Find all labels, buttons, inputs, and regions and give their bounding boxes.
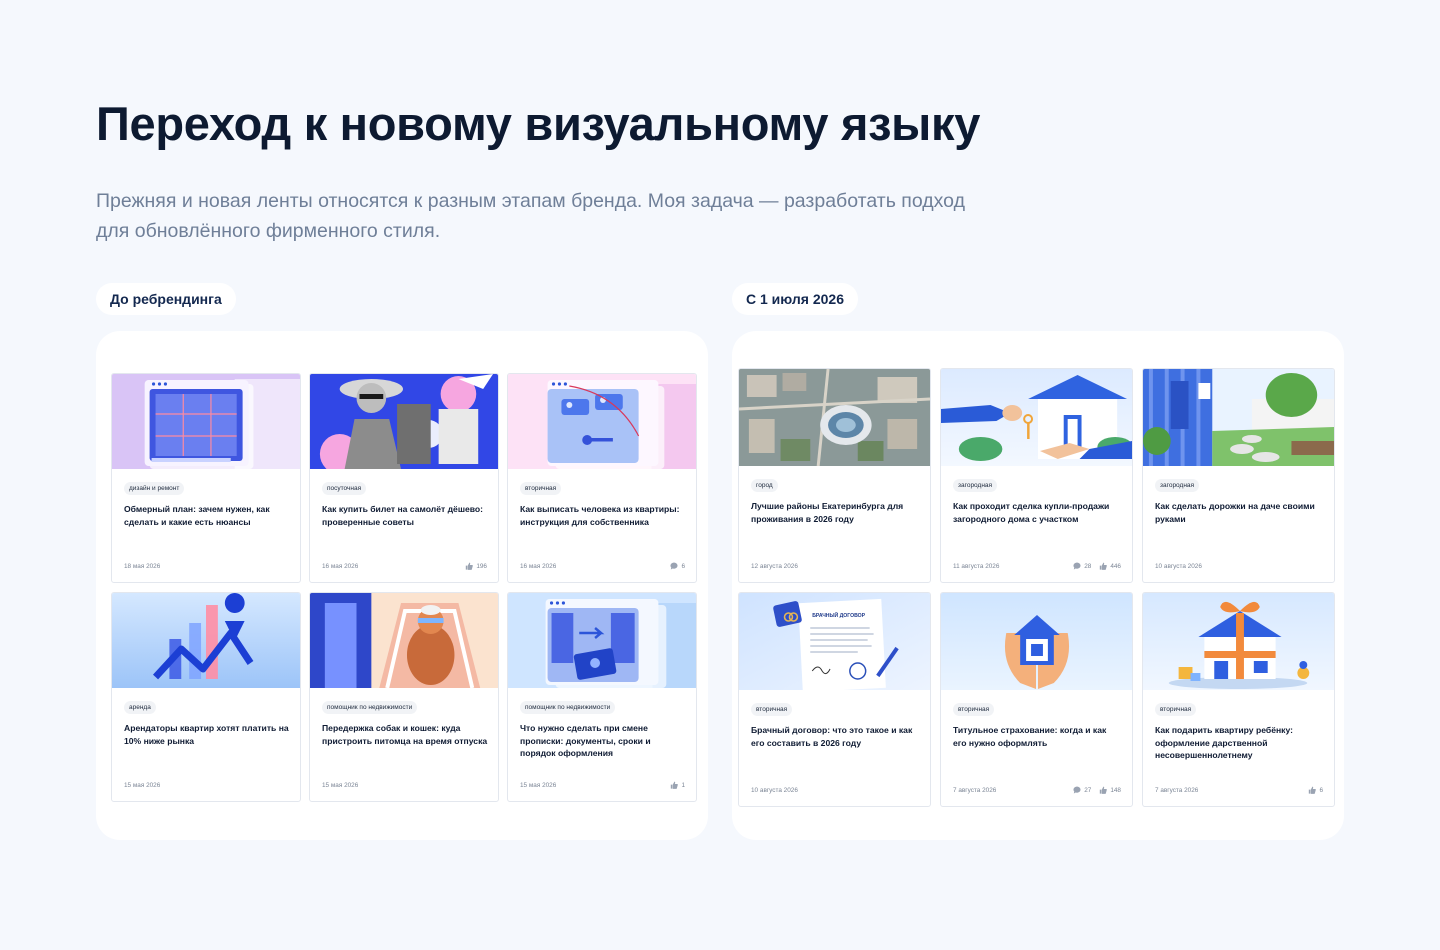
after-rebrand-feed-panel: город Лучшие районы Екатеринбурга для пр…	[732, 331, 1344, 840]
article-card[interactable]: аренда Арендаторы квартир хотят платить …	[111, 592, 301, 802]
after-rebrand-label: С 1 июля 2026	[732, 283, 858, 315]
article-title: Как сделать дорожки на даче своими рукам…	[1155, 501, 1315, 524]
before-article-grid: дизайн и ремонт Обмерный план: зачем нуж…	[111, 373, 697, 802]
article-title: Титульное страхование: когда и как его н…	[953, 725, 1107, 748]
article-title: Как проходит сделка купли-продажи загоро…	[953, 501, 1110, 524]
thumbs-up-icon	[1309, 786, 1317, 794]
article-title: Брачный договор: что это такое и как его…	[751, 725, 913, 748]
article-stats: 27 148	[1073, 786, 1121, 794]
article-title: Как выписать человека из квартиры: инстр…	[520, 504, 680, 527]
gift-house-illustration	[1143, 593, 1334, 690]
likes-value: 148	[1110, 786, 1121, 794]
likes-value: 1	[681, 781, 685, 789]
article-stats: 28 446	[1073, 562, 1121, 570]
category-tag: загородная	[1155, 479, 1200, 492]
article-title: Как купить билет на самолёт дёшево: пров…	[322, 504, 484, 527]
thumbs-up-icon	[1100, 786, 1108, 794]
thumbs-up-icon	[1100, 562, 1108, 570]
thumbs-up-icon	[466, 562, 474, 570]
page-title: Переход к новому визуальному языку	[96, 97, 981, 150]
article-card[interactable]: город Лучшие районы Екатеринбурга для пр…	[738, 368, 931, 583]
category-tag: посуточная	[322, 482, 367, 495]
after-article-grid: город Лучшие районы Екатеринбурга для пр…	[738, 368, 1335, 807]
article-title: Передержка собак и кошек: куда пристроит…	[322, 723, 488, 746]
document-heading: БРАЧНЫЙ ДОГОВОР	[812, 611, 865, 619]
article-card[interactable]: загородная Как сделать дорожки на даче с…	[1142, 368, 1335, 583]
category-tag: вторичная	[520, 482, 562, 495]
article-date: 10 августа 2026	[751, 787, 798, 794]
article-stats: 6	[670, 562, 685, 570]
article-date: 15 мая 2026	[322, 782, 359, 789]
before-rebrand-feed-panel: дизайн и ремонт Обмерный план: зачем нуж…	[96, 331, 708, 840]
comments-count: 6	[670, 562, 685, 570]
article-card[interactable]: помощник по недвижимости Что нужно сдела…	[507, 592, 697, 802]
comment-icon	[1073, 786, 1081, 794]
traveler-collage	[310, 374, 498, 469]
article-stats: 6	[1308, 786, 1323, 794]
article-card[interactable]: дизайн и ремонт Обмерный план: зачем нуж…	[111, 373, 301, 583]
documents-keys-illustration	[508, 374, 696, 469]
chart-illustration	[112, 593, 300, 688]
comments-value: 6	[681, 562, 685, 570]
article-card[interactable]: вторичная Титульное страхование: когда и…	[940, 592, 1133, 807]
article-title: Лучшие районы Екатеринбурга для проживан…	[751, 501, 904, 524]
key-handover-illustration	[941, 369, 1132, 466]
category-tag: вторичная	[953, 703, 995, 716]
hands-house-illustration	[941, 593, 1132, 690]
article-date: 11 августа 2026	[953, 563, 1000, 570]
article-title: Как подарить квартиру ребёнку: оформлени…	[1155, 725, 1293, 761]
likes-value: 196	[476, 562, 487, 570]
article-date: 16 мая 2026	[520, 563, 557, 570]
article-date: 15 мая 2026	[124, 782, 161, 789]
article-card[interactable]: посуточная Как купить билет на самолёт д…	[309, 373, 499, 583]
comments-count: 27	[1073, 786, 1091, 794]
article-card[interactable]: БРАЧНЫЙ ДОГОВОР вторичная Брачный догово…	[738, 592, 931, 807]
before-rebrand-label: До ребрендинга	[96, 283, 236, 315]
article-date: 16 мая 2026	[322, 563, 359, 570]
likes-count: 196	[465, 562, 487, 570]
article-date: 18 мая 2026	[124, 563, 161, 570]
page-subtitle: Прежняя и новая ленты относятся к разным…	[96, 190, 965, 242]
article-date: 12 августа 2026	[751, 563, 798, 570]
category-tag: помощник по недвижимости	[520, 701, 616, 714]
article-date: 7 августа 2026	[953, 787, 997, 794]
category-tag: аренда	[124, 701, 156, 714]
marriage-contract-illustration: БРАЧНЫЙ ДОГОВОР	[739, 593, 930, 690]
category-tag: город	[751, 479, 778, 492]
article-card[interactable]: вторичная Как подарить квартиру ребёнку:…	[1142, 592, 1335, 807]
likes-count: 148	[1099, 786, 1121, 794]
category-tag: загородная	[953, 479, 998, 492]
comments-value: 27	[1084, 786, 1092, 794]
article-title: Что нужно сделать при смене прописки: до…	[520, 723, 651, 759]
floor-plan-illustration	[112, 374, 300, 469]
category-tag: дизайн и ремонт	[124, 482, 185, 495]
likes-count: 1	[670, 781, 685, 789]
likes-value: 6	[1319, 786, 1323, 794]
category-tag: вторичная	[1155, 703, 1197, 716]
article-stats: 1	[670, 781, 685, 789]
article-title: Обмерный план: зачем нужен, как сделать …	[124, 504, 270, 527]
thumbs-up-icon	[671, 781, 679, 789]
dog-illustration	[310, 593, 498, 688]
article-title: Арендаторы квартир хотят платить на 10% …	[124, 723, 289, 746]
passport-illustration	[508, 593, 696, 688]
likes-count: 6	[1308, 786, 1323, 794]
garden-path-illustration	[1143, 369, 1334, 466]
likes-value: 446	[1110, 562, 1121, 570]
category-tag: помощник по недвижимости	[322, 701, 418, 714]
likes-count: 446	[1099, 562, 1121, 570]
city-aerial-photo	[739, 369, 930, 466]
comments-value: 28	[1084, 562, 1092, 570]
article-date: 10 августа 2026	[1155, 563, 1202, 570]
comment-icon	[1073, 562, 1081, 570]
article-card[interactable]: помощник по недвижимости Передержка соба…	[309, 592, 499, 802]
article-date: 15 мая 2026	[520, 782, 557, 789]
category-tag: вторичная	[751, 703, 793, 716]
article-date: 7 августа 2026	[1155, 787, 1199, 794]
comments-count: 28	[1073, 562, 1091, 570]
article-stats: 196	[465, 562, 487, 570]
comment-icon	[670, 562, 678, 570]
article-card[interactable]: вторичная Как выписать человека из кварт…	[507, 373, 697, 583]
article-card[interactable]: загородная Как проходит сделка купли-про…	[940, 368, 1133, 583]
